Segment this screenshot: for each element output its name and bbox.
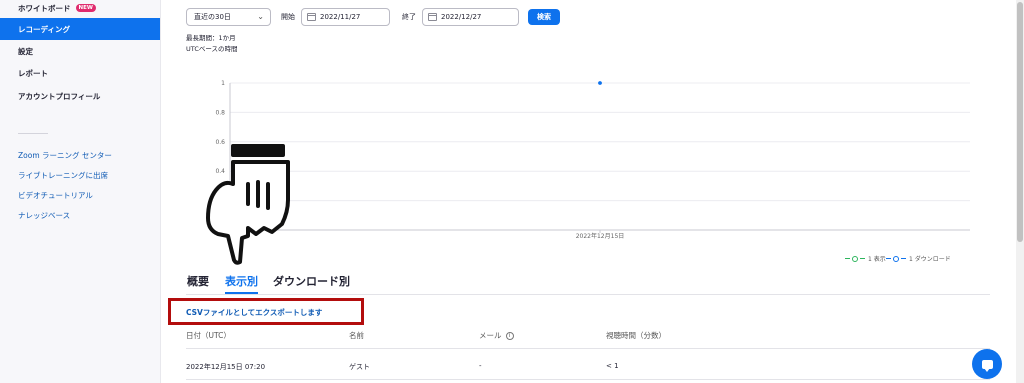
legend-label: 1 ダウンロード [909, 256, 951, 263]
tabs-divider [186, 294, 990, 295]
sidebar-item-label: 設定 [18, 46, 33, 56]
sidebar-item-label: レポート [18, 68, 48, 78]
chevron-down-icon: ⌄ [257, 12, 264, 21]
info-icon[interactable]: i [505, 332, 514, 340]
sidebar-item-reports[interactable]: レポート [0, 62, 160, 84]
calendar-icon [307, 13, 316, 21]
sidebar-item-account-profile[interactable]: アカウントプロフィール [0, 85, 160, 107]
column-header-name: 名前 [349, 331, 364, 340]
sidebar-item-label: ホワイトボード [18, 3, 71, 13]
sidebar-item-label: レコーディング [18, 24, 70, 34]
max-period-note: 最長期間：1か月 [186, 34, 236, 42]
legend-item-downloads: 1 ダウンロード [886, 254, 951, 263]
start-label: 開始 [281, 13, 295, 21]
data-point [598, 81, 602, 85]
sidebar-item-settings[interactable]: 設定 [0, 40, 160, 62]
tab-overview[interactable]: 概要 [187, 273, 209, 289]
sidebar: ホワイトボード NEW レコーディング 設定 レポート アカウントプロフィール … [0, 0, 161, 383]
cell-date: 2022年12月15日 07:20 [186, 363, 266, 371]
x-tick-label: 2022年12月15日 [576, 232, 625, 240]
y-tick-label: 0.8 [215, 109, 225, 116]
legend-line [886, 257, 891, 260]
start-date-value: 2022/11/27 [320, 13, 361, 21]
column-header-email-label: メール [479, 331, 502, 340]
views-chart: 10.80.60.42022年12月15日 [215, 80, 970, 240]
end-label: 終了 [402, 13, 416, 21]
utc-note: UTCベースの時間 [186, 45, 238, 53]
table-header-divider [186, 348, 990, 349]
chat-icon [981, 359, 993, 372]
page-scrollbar[interactable] [1016, 0, 1024, 383]
cell-name: ゲスト [349, 363, 370, 371]
legend-label: 1 表示 [868, 256, 886, 263]
new-badge: NEW [75, 4, 96, 12]
column-header-date: 日付（UTC） [186, 331, 231, 340]
end-date-field[interactable]: 2022/12/27 [422, 8, 519, 26]
end-date-value: 2022/12/27 [441, 13, 482, 21]
legend-item-views: 1 表示 [845, 254, 886, 263]
column-header-email: メール i [479, 330, 514, 341]
sidebar-item-label: アカウントプロフィール [18, 91, 101, 101]
link-live-training[interactable]: ライブトレーニングに出席 [18, 170, 108, 181]
page: ホワイトボード NEW レコーディング 設定 レポート アカウントプロフィール … [0, 0, 1024, 383]
cell-duration: < 1 [606, 362, 619, 370]
column-header-duration: 視聴時間（分数） [606, 331, 666, 340]
date-range-select[interactable]: 直近の30日 ⌄ [186, 8, 271, 26]
legend-line [860, 257, 865, 260]
cell-email: - [479, 362, 482, 370]
link-video-tutorials[interactable]: ビデオチュートリアル [18, 190, 93, 201]
sidebar-item-recording[interactable]: レコーディング [0, 18, 160, 40]
link-learning-center[interactable]: Zoom ラーニング センター [18, 150, 112, 161]
legend-line [845, 257, 850, 260]
table-row-divider [186, 379, 990, 380]
y-tick-label: 1 [221, 80, 225, 87]
sidebar-item-whiteboard[interactable]: ホワイトボード NEW [0, 0, 160, 19]
sidebar-divider [18, 133, 48, 134]
tab-by-downloads[interactable]: ダウンロード別 [273, 273, 350, 289]
calendar-icon [428, 13, 437, 21]
chat-button[interactable] [972, 349, 1002, 379]
date-range-value: 直近の30日 [194, 13, 231, 21]
legend-marker [893, 255, 899, 262]
legend-line [901, 257, 906, 260]
link-knowledge-base[interactable]: ナレッジベース [18, 210, 70, 221]
tab-by-views[interactable]: 表示別 [225, 273, 258, 289]
search-button[interactable]: 検索 [528, 9, 560, 25]
export-csv-link[interactable]: CSVファイルとしてエクスポートします [186, 307, 322, 318]
legend-marker [852, 255, 858, 262]
scrollbar-thumb[interactable] [1017, 2, 1023, 242]
pointing-hand-icon [206, 144, 290, 265]
start-date-field[interactable]: 2022/11/27 [301, 8, 390, 26]
